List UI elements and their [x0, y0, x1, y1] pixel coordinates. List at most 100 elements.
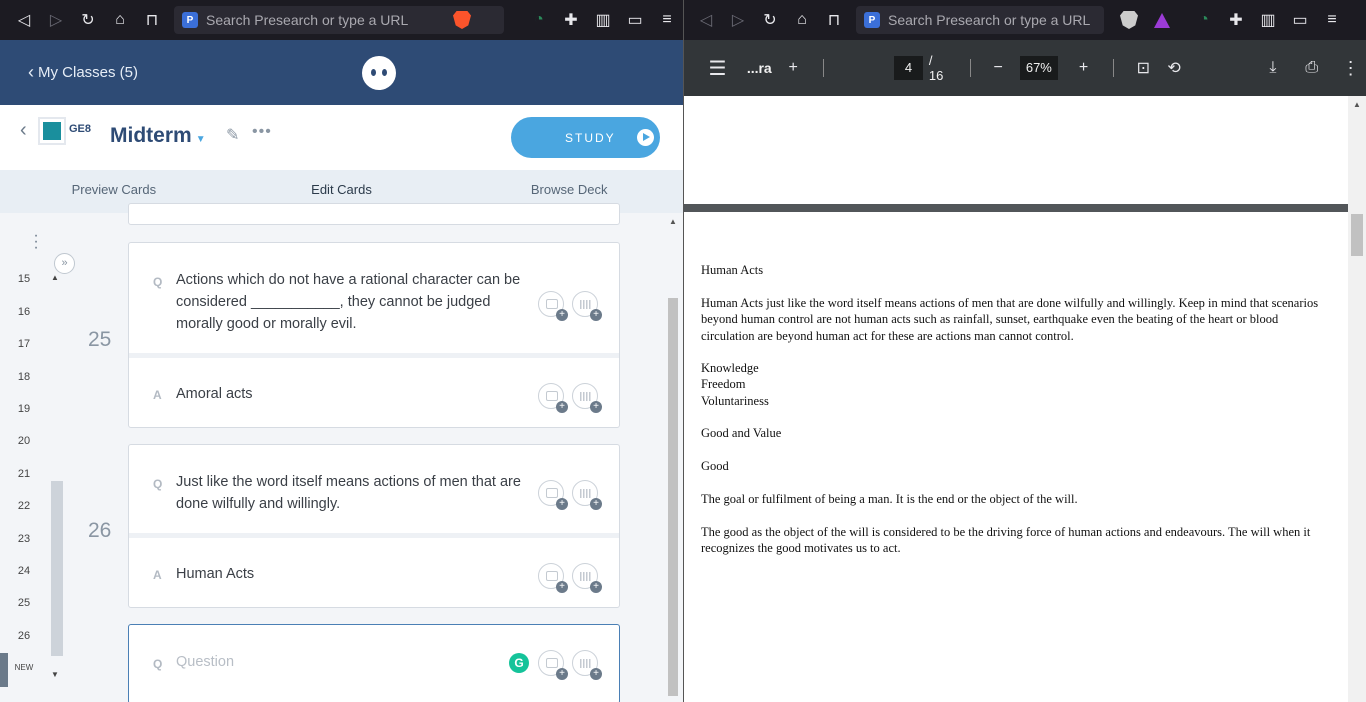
collapse-rail-icon[interactable]: » [54, 253, 75, 274]
rail-item[interactable]: 17 [10, 338, 38, 350]
rail-item[interactable]: 18 [10, 371, 38, 383]
editor-scrollbar[interactable]: ▲ [666, 213, 680, 702]
hamburger-menu-icon[interactable]: ☰ [702, 52, 733, 84]
home-icon[interactable]: ⌂ [786, 4, 818, 36]
answer-marker: A [153, 568, 162, 582]
pdf-scrollbar-thumb[interactable] [1351, 214, 1363, 256]
add-image-icon[interactable]: + [538, 291, 568, 321]
card-number: 26 [88, 519, 112, 542]
scroll-up-icon[interactable]: ▲ [1353, 100, 1361, 109]
rail-item-new[interactable]: NEW [10, 663, 38, 672]
rail-item[interactable]: 25 [10, 597, 38, 609]
rail-item[interactable]: 22 [10, 500, 38, 512]
my-classes-link[interactable]: ‹ My Classes (5) [28, 62, 138, 83]
extensions-icon[interactable]: ✚ [1220, 4, 1252, 36]
bookmark-icon[interactable]: ⊓ [818, 4, 850, 36]
timer-extension-icon[interactable]: ◔ [1188, 4, 1220, 36]
add-audio-icon[interactable]: + [572, 650, 602, 680]
rail-scroll-down-icon[interactable]: ▼ [51, 670, 59, 679]
pdf-paragraph: Human Acts just like the word itself mea… [701, 296, 1319, 343]
brave-rewards-icon[interactable] [1154, 12, 1170, 28]
rail-item[interactable]: 19 [10, 403, 38, 415]
home-icon[interactable]: ⌂ [104, 4, 136, 36]
timer-extension-icon[interactable]: ◔ [523, 4, 555, 36]
more-options-icon[interactable]: ••• [252, 123, 272, 141]
brainscape-header: ‹ My Classes (5) [0, 40, 683, 105]
editor-scrollbar-thumb[interactable] [668, 298, 678, 696]
reload-icon[interactable]: ↻ [72, 4, 104, 36]
wallet-icon[interactable]: ▭ [619, 4, 651, 36]
rail-item[interactable]: 20 [10, 435, 38, 447]
question-marker: Q [153, 275, 163, 289]
fit-page-icon[interactable]: ⊡ [1128, 52, 1159, 84]
rail-item[interactable]: 26 [10, 630, 38, 642]
chevron-left-icon[interactable]: ‹ [20, 119, 27, 142]
bookmark-icon[interactable]: ⊓ [136, 4, 168, 36]
question-field[interactable]: Q Just like the word itself means action… [129, 445, 619, 533]
page-number-input[interactable]: 4 [894, 56, 923, 80]
rail-item[interactable]: 16 [10, 306, 38, 318]
pdf-plus-icon[interactable]: + [778, 52, 809, 84]
back-icon[interactable]: ◁ [8, 4, 40, 36]
presearch-icon: P [182, 12, 198, 28]
deck-title[interactable]: Midterm ▼ [110, 124, 206, 148]
study-button[interactable]: STUDY [511, 117, 660, 158]
question-field[interactable]: Q Actions which do not have a rational c… [129, 243, 619, 353]
wallet-icon[interactable]: ▭ [1284, 4, 1316, 36]
question-text: Just like the word itself means actions … [176, 474, 521, 512]
sidebar-icon[interactable]: ▥ [1252, 4, 1284, 36]
deck-header: ‹ GE8 Midterm ▼ ✎ ••• STUDY [0, 105, 683, 170]
rail-item[interactable]: 23 [10, 533, 38, 545]
card-index-rail: · · · » ▲ ▼ 15 16 17 18 19 20 21 22 23 24 … [0, 213, 75, 702]
download-icon[interactable]: ⤓ [1258, 52, 1289, 84]
forward-icon[interactable]: ▷ [722, 4, 754, 36]
vertical-more-icon[interactable]: · · · [33, 228, 39, 256]
pdf-scrollbar[interactable]: ▲ [1348, 96, 1366, 702]
zoom-in-icon[interactable]: + [1068, 52, 1099, 84]
pdf-paragraph: The good as the object of the will is co… [701, 525, 1311, 556]
add-image-icon[interactable]: + [538, 480, 568, 510]
card-previous [128, 203, 620, 225]
rail-item[interactable]: 24 [10, 565, 38, 577]
add-audio-icon[interactable]: + [572, 480, 602, 510]
question-placeholder: Question [176, 654, 235, 670]
pdf-heading: Good [701, 459, 729, 473]
reload-icon[interactable]: ↻ [754, 4, 786, 36]
add-image-icon[interactable]: + [538, 650, 568, 680]
new-question-field[interactable]: Q Question G + + [129, 625, 619, 702]
answer-field[interactable]: A Amoral acts + + [129, 358, 619, 428]
card-number: 25 [88, 328, 112, 351]
pdf-toolbar-blur [842, 63, 881, 73]
answer-field[interactable]: A Human Acts + + [129, 538, 619, 608]
rail-item[interactable]: 15 [10, 273, 38, 285]
pdf-heading: Human Acts [701, 263, 764, 277]
scroll-up-icon[interactable]: ▲ [669, 217, 677, 226]
print-icon[interactable]: ⎙ [1296, 52, 1327, 84]
forward-icon[interactable]: ▷ [40, 4, 72, 36]
address-bar[interactable]: P Search Presearch or type a URL [856, 6, 1104, 34]
pencil-icon[interactable]: ✎ [226, 125, 239, 145]
back-icon[interactable]: ◁ [690, 4, 722, 36]
menu-icon[interactable]: ≡ [1316, 4, 1348, 36]
answer-marker: A [153, 388, 162, 402]
brainscape-logo[interactable] [362, 56, 396, 90]
rotate-icon[interactable]: ⟲ [1159, 52, 1190, 84]
new-card: Q Question G + + [128, 624, 620, 702]
extensions-icon[interactable]: ✚ [555, 4, 587, 36]
zoom-input[interactable]: 67% [1019, 56, 1059, 80]
my-classes-label: My Classes (5) [38, 64, 139, 81]
add-audio-icon[interactable]: + [572, 383, 602, 413]
rail-scroll-up-icon[interactable]: ▲ [51, 273, 59, 282]
grammarly-icon[interactable]: G [509, 653, 529, 673]
add-image-icon[interactable]: + [538, 563, 568, 593]
rail-item[interactable]: 21 [10, 468, 38, 480]
zoom-out-icon[interactable]: − [983, 52, 1014, 84]
add-audio-icon[interactable]: + [572, 291, 602, 321]
menu-icon[interactable]: ≡ [651, 4, 683, 36]
add-image-icon[interactable]: + [538, 383, 568, 413]
brave-shields-icon[interactable] [1120, 11, 1138, 29]
sidebar-icon[interactable]: ▥ [587, 4, 619, 36]
rail-scrollbar-thumb[interactable] [51, 481, 63, 656]
more-options-icon[interactable]: ⋮ [1335, 52, 1366, 84]
add-audio-icon[interactable]: + [572, 563, 602, 593]
